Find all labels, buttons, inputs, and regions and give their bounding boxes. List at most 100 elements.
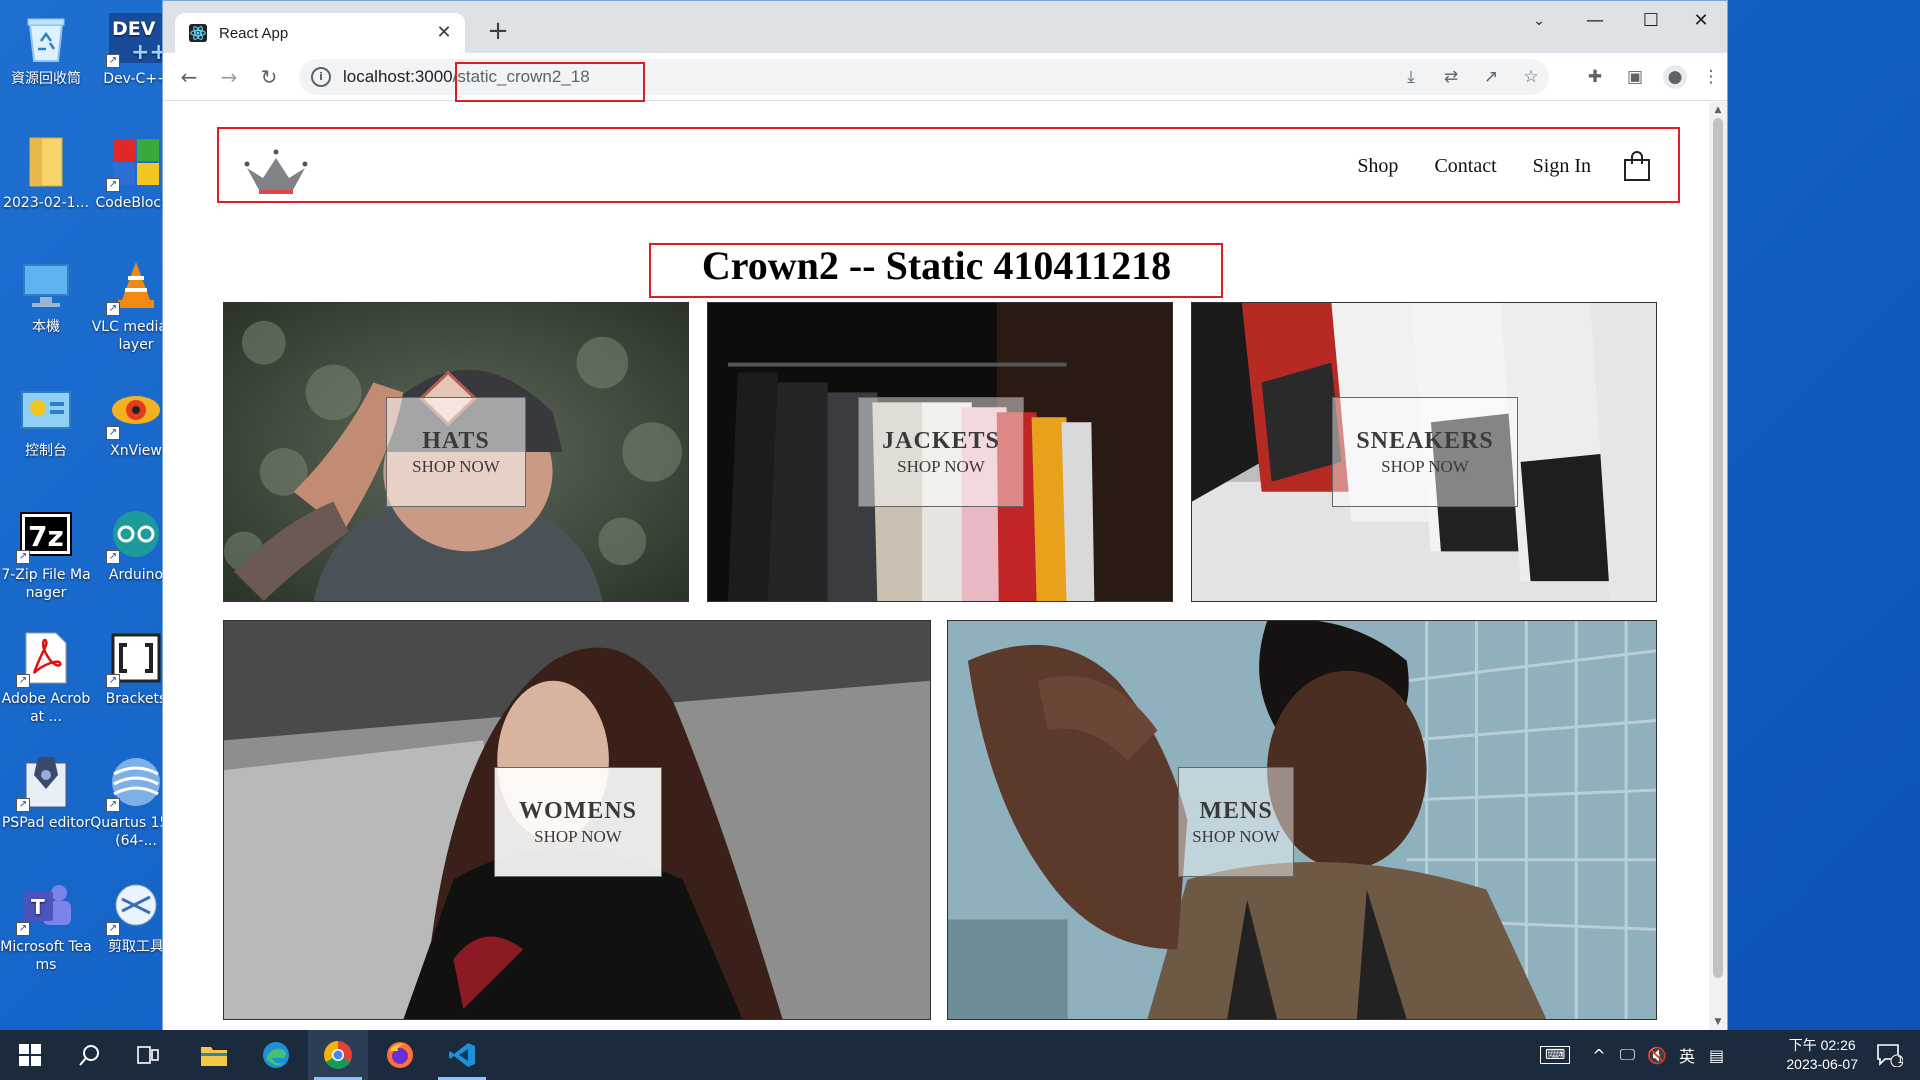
- desktop-icon-teams[interactable]: T ↗ Microsoft Teams: [0, 872, 92, 984]
- vlc-icon: ↗: [106, 258, 164, 316]
- desktop-icon-label: PSPad editor: [1, 815, 91, 831]
- new-tab-button[interactable]: +: [483, 17, 513, 47]
- ime-mode-indicator[interactable]: 英: [1679, 1043, 1695, 1067]
- network-icon[interactable]: 🖵: [1620, 1045, 1635, 1065]
- recycle-bin-icon: [18, 10, 74, 66]
- forward-arrow-icon[interactable]: →: [213, 61, 245, 93]
- extensions-puzzle-icon[interactable]: ✚: [1583, 65, 1607, 89]
- keyboard-layout-icon[interactable]: ⌨: [1540, 1046, 1571, 1064]
- nav-shop-link[interactable]: Shop: [1357, 155, 1398, 178]
- vscode-icon[interactable]: [432, 1030, 492, 1080]
- shortcut-arrow-icon: ↗: [106, 54, 120, 68]
- url-path: /static_crown2_18: [452, 67, 590, 86]
- reload-icon[interactable]: ↻: [253, 61, 285, 93]
- browser-tab[interactable]: React App ✕: [175, 13, 465, 53]
- shortcut-arrow-icon: ↗: [106, 798, 120, 812]
- taskbar: ⌨ ^ 🖵 🔇 英 ▤ 下午 02:26 2023-06-07 1: [0, 1030, 1920, 1080]
- desktop-icon-pspad[interactable]: ↗ PSPad editor: [0, 748, 92, 860]
- back-arrow-icon[interactable]: ←: [173, 61, 205, 93]
- crown-logo-icon[interactable]: [243, 148, 309, 198]
- category-label-card[interactable]: WOMENS SHOP NOW: [494, 767, 662, 877]
- side-panel-icon[interactable]: ▣: [1623, 65, 1647, 89]
- category-tile-hats[interactable]: HATS SHOP NOW: [223, 302, 689, 602]
- page-title: Crown2 -- Static 410411218: [701, 243, 1172, 288]
- close-window-button[interactable]: ✕: [1673, 1, 1729, 41]
- page-scrollbar[interactable]: ▲ ▼: [1709, 102, 1727, 1030]
- notification-center-icon[interactable]: 1: [1860, 1030, 1920, 1080]
- arduino-icon: ↗: [106, 506, 164, 564]
- desktop-icon-label: 資源回收筒: [11, 71, 81, 87]
- svg-text:T: T: [31, 895, 45, 919]
- clock[interactable]: 下午 02:26 2023-06-07: [1786, 1036, 1858, 1074]
- profile-avatar-icon[interactable]: ●: [1663, 65, 1687, 89]
- nav-contact-link[interactable]: Contact: [1434, 155, 1496, 178]
- chrome-browser-icon[interactable]: [308, 1030, 368, 1080]
- firefox-icon[interactable]: [370, 1030, 430, 1080]
- desktop-icon-label: 本機: [32, 319, 60, 335]
- scrollbar-thumb[interactable]: [1713, 118, 1723, 978]
- site-info-icon[interactable]: i: [311, 67, 331, 87]
- maximize-button[interactable]: ☐: [1623, 1, 1679, 41]
- desktop-icon-this-pc[interactable]: 本機: [0, 252, 92, 364]
- category-label-card[interactable]: JACKETS SHOP NOW: [858, 397, 1024, 507]
- task-view-icon[interactable]: [118, 1030, 178, 1080]
- chrome-menu-icon[interactable]: ⋮: [1699, 65, 1723, 89]
- category-label-card[interactable]: MENS SHOP NOW: [1178, 767, 1294, 877]
- scroll-up-arrow-icon[interactable]: ▲: [1712, 104, 1724, 116]
- snipping-tool-icon: ↗: [106, 878, 164, 936]
- svg-text:7z: 7z: [28, 520, 64, 553]
- shopping-bag-icon[interactable]: [1623, 150, 1651, 182]
- folder-icon: [18, 134, 74, 190]
- desktop: 資源回收筒 DEV ++ ↗ Dev-C++ 2023-02-1... ↗ Cod…: [0, 0, 182, 1030]
- category-subtitle: SHOP NOW: [534, 826, 622, 846]
- category-label-card[interactable]: SNEAKERS SHOP NOW: [1332, 397, 1518, 507]
- install-app-icon[interactable]: ⤓: [1399, 65, 1423, 89]
- shortcut-arrow-icon: ↗: [16, 922, 30, 936]
- shortcut-arrow-icon: ↗: [16, 798, 30, 812]
- category-subtitle: SHOP NOW: [1192, 826, 1280, 846]
- tab-search-chevron-icon[interactable]: ⌄: [1511, 1, 1567, 41]
- bookmark-star-icon[interactable]: ☆: [1519, 65, 1543, 89]
- share-icon[interactable]: ↗: [1479, 65, 1503, 89]
- tab-title: React App: [219, 24, 289, 42]
- desktop-icon-control-panel[interactable]: 控制台: [0, 376, 92, 488]
- category-tile-womens[interactable]: WOMENS SHOP NOW: [223, 620, 931, 1020]
- xnview-icon: ↗: [106, 382, 164, 440]
- clock-date: 2023-06-07: [1786, 1056, 1858, 1072]
- scroll-down-arrow-icon[interactable]: ▼: [1712, 1016, 1724, 1028]
- address-bar[interactable]: i localhost:3000/static_crown2_18 ⤓ ⇄ ↗ …: [299, 59, 1549, 95]
- category-title: SNEAKERS: [1356, 427, 1494, 454]
- desktop-icon-folder[interactable]: 2023-02-1...: [0, 128, 92, 240]
- desktop-icon-acrobat[interactable]: ↗ Adobe Acrobat ...: [0, 624, 92, 736]
- show-hidden-icons-chevron-icon[interactable]: ^: [1592, 1046, 1605, 1065]
- shortcut-arrow-icon: ↗: [16, 674, 30, 688]
- desktop-icon-label: 7-Zip File Manager: [1, 567, 91, 601]
- shortcut-arrow-icon: ↗: [16, 550, 30, 564]
- minimize-button[interactable]: —: [1567, 1, 1623, 41]
- start-windows-icon[interactable]: [0, 1030, 60, 1080]
- address-url[interactable]: localhost:3000/static_crown2_18: [343, 67, 590, 87]
- category-tile-sneakers[interactable]: SNEAKERS SHOP NOW: [1191, 302, 1657, 602]
- 7zip-icon: 7z ↗: [16, 506, 74, 564]
- teams-icon: T ↗: [16, 878, 74, 936]
- category-title: HATS: [422, 427, 490, 454]
- tab-close-icon[interactable]: ✕: [433, 22, 455, 44]
- category-tile-mens[interactable]: MENS SHOP NOW: [947, 620, 1657, 1020]
- edge-browser-icon[interactable]: [246, 1030, 306, 1080]
- file-explorer-icon[interactable]: [184, 1030, 244, 1080]
- react-favicon-icon: [189, 24, 207, 42]
- category-title: WOMENS: [518, 797, 637, 824]
- translate-icon[interactable]: ⇄: [1439, 65, 1463, 89]
- desktop-icon-recycle-bin[interactable]: 資源回收筒: [0, 4, 92, 116]
- quartus-icon: ↗: [106, 754, 164, 812]
- category-label-card[interactable]: HATS SHOP NOW: [386, 397, 526, 507]
- nav-signin-link[interactable]: Sign In: [1533, 155, 1591, 178]
- desktop-icon-7zip[interactable]: 7z ↗ 7-Zip File Manager: [0, 500, 92, 612]
- system-tray: ⌨ ^ 🖵 🔇 英 ▤: [1540, 1030, 1724, 1080]
- search-icon[interactable]: [60, 1030, 120, 1080]
- volume-muted-icon[interactable]: 🔇: [1647, 1046, 1667, 1065]
- shortcut-arrow-icon: ↗: [106, 922, 120, 936]
- ime-settings-icon[interactable]: ▤: [1709, 1046, 1724, 1065]
- shortcut-arrow-icon: ↗: [106, 674, 120, 688]
- category-tile-jackets[interactable]: JACKETS SHOP NOW: [707, 302, 1173, 602]
